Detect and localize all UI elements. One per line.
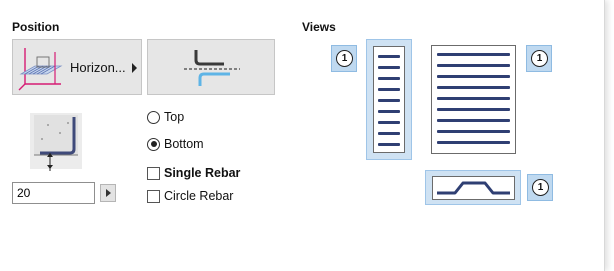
bottom-label: Bottom bbox=[164, 137, 204, 151]
side-bar bbox=[378, 66, 400, 69]
view-bottom-badge-button[interactable]: 1 bbox=[527, 174, 553, 201]
side-bar bbox=[378, 99, 400, 102]
view-bottom-badge: 1 bbox=[532, 179, 549, 196]
plan-bar bbox=[437, 75, 510, 78]
position-title: Position bbox=[12, 20, 60, 34]
plan-bar bbox=[437, 119, 510, 122]
view-right-badge: 1 bbox=[531, 50, 548, 67]
side-bar bbox=[378, 88, 400, 91]
plan-bar bbox=[437, 53, 510, 56]
views-title: Views bbox=[302, 20, 336, 34]
top-label: Top bbox=[164, 110, 185, 124]
plan-bar bbox=[437, 141, 510, 144]
spacing-step-button[interactable] bbox=[100, 184, 116, 202]
side-bar bbox=[378, 77, 400, 80]
concrete-corner-icon bbox=[34, 115, 78, 171]
plan-bar bbox=[437, 108, 510, 111]
bottom-radio-row[interactable]: Bottom bbox=[147, 137, 204, 151]
plan-bar bbox=[437, 130, 510, 133]
dropdown-arrow-icon bbox=[132, 63, 137, 73]
plan-bar bbox=[437, 86, 510, 89]
rebar-hook-icon bbox=[184, 50, 240, 86]
circle-rebar-checkbox[interactable] bbox=[147, 189, 160, 203]
single-rebar-row[interactable]: Single Rebar bbox=[147, 166, 240, 180]
top-radio[interactable] bbox=[147, 110, 160, 124]
horizontal-placement-label: Horizon... bbox=[70, 60, 126, 75]
view-right-badge-button[interactable]: 1 bbox=[526, 45, 552, 72]
view-left-badge: 1 bbox=[336, 50, 353, 67]
view-left-badge-button[interactable]: 1 bbox=[331, 45, 357, 72]
bottom-radio[interactable] bbox=[147, 137, 160, 151]
side-bar bbox=[378, 121, 400, 124]
side-view[interactable] bbox=[366, 39, 412, 160]
plan-view[interactable] bbox=[431, 45, 516, 154]
circle-rebar-label: Circle Rebar bbox=[164, 189, 234, 203]
bent-bar-icon bbox=[437, 181, 510, 195]
plan-bar bbox=[437, 64, 510, 67]
elevation-view[interactable] bbox=[425, 170, 521, 205]
spacing-section-image bbox=[30, 113, 82, 171]
side-bar bbox=[378, 143, 400, 146]
plan-bar bbox=[437, 97, 510, 100]
single-rebar-label: Single Rebar bbox=[164, 166, 241, 180]
spacing-input[interactable] bbox=[12, 182, 95, 204]
rebar-shape-button[interactable] bbox=[147, 39, 275, 95]
side-bar bbox=[378, 132, 400, 135]
single-rebar-checkbox[interactable] bbox=[147, 166, 160, 180]
rebar-settings-panel: Position Horizon... 20 Top Bottom Single… bbox=[0, 0, 605, 271]
elevation-view-inner bbox=[432, 176, 515, 200]
side-view-inner bbox=[373, 46, 405, 153]
top-radio-row[interactable]: Top bbox=[147, 110, 184, 124]
side-bar bbox=[378, 110, 400, 113]
horizontal-plane-icon bbox=[18, 48, 63, 91]
side-bar bbox=[378, 55, 400, 58]
circle-rebar-row[interactable]: Circle Rebar bbox=[147, 189, 233, 203]
horizontal-placement-button[interactable]: Horizon... bbox=[12, 39, 142, 95]
